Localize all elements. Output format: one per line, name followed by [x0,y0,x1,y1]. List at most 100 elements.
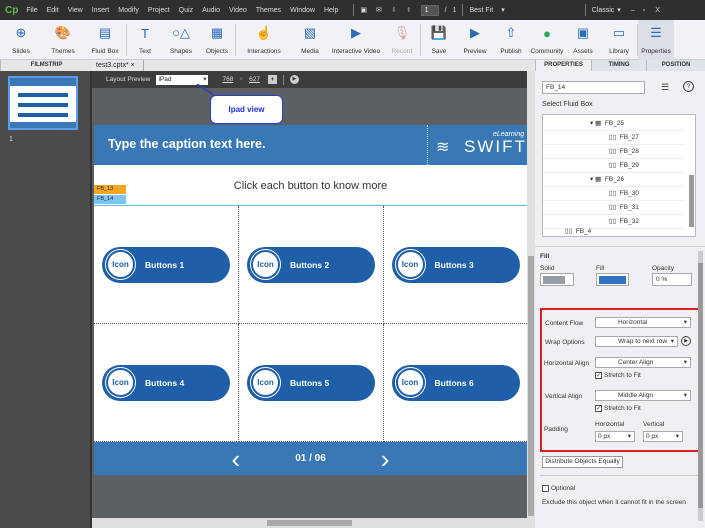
toolbar-themes-button[interactable]: 🎨Themes [42,20,84,60]
width-input[interactable]: 768 [222,76,233,83]
arrow-down-icon[interactable]: ⬇ [391,6,397,14]
menu-modify[interactable]: Modify [118,7,139,14]
page-counter: 01 / 06 [295,453,326,464]
vertical-align-select[interactable]: Middle Align [595,390,691,401]
maximize-button[interactable]: ▫ [643,7,645,14]
distribute-objects-button[interactable]: Distribute Objects Equally [542,456,623,468]
padding-vertical-select[interactable]: 0 px [643,431,683,442]
vertical-scrollbar[interactable] [527,71,535,528]
minimize-button[interactable]: – [631,7,635,14]
menu-video[interactable]: Video [229,7,247,14]
toolbar-interactive-video-button[interactable]: ▶Interactive Video [328,20,384,60]
menu-insert[interactable]: Insert [92,7,110,14]
publish-icon: ⇧ [501,23,521,43]
menu-audio[interactable]: Audio [202,7,220,14]
tree-item[interactable]: ▯▯ FB_4 [543,225,685,239]
menu-file[interactable]: File [26,7,37,14]
chevron-right-icon[interactable]: › [381,446,390,472]
tree-item[interactable]: ▾ ▦ FB_25 [543,117,685,131]
toolbar-preview-button[interactable]: ▶Preview [457,20,493,60]
toolbar-fluid-box-button[interactable]: ▤Fluid Box [84,20,126,60]
tree-item[interactable]: ▯▯ FB_29 [543,159,685,173]
toolbar-text-button[interactable]: TText [127,20,163,60]
tree-item[interactable]: ▾ ▦ FB_26 [543,173,685,187]
toolbar-media-button[interactable]: ▧Media [292,20,328,60]
tab-timing[interactable]: TIMING [591,60,646,71]
slide-thumbnail[interactable] [8,76,78,130]
v-stretch-checkbox[interactable]: ✓Stretch to Fit [595,405,641,412]
toolbar-label: Interactions [247,48,281,55]
solid-color-select[interactable] [540,273,574,286]
menu-quiz[interactable]: Quiz [179,7,193,14]
toolbar-shapes-button[interactable]: ○△Shapes [163,20,199,60]
toolbar-properties-button[interactable]: ☰Properties [638,20,674,60]
button-label: Buttons 3 [435,260,474,270]
button-3[interactable]: IconButtons 3 [392,247,520,283]
play-icon[interactable]: ▶ [681,336,691,346]
workspace-select[interactable]: Classic [592,7,615,14]
panel-scrollbar[interactable] [698,251,703,521]
menu-edit[interactable]: Edit [47,7,59,14]
object-name-input[interactable]: FB_14 [542,81,645,94]
toolbar-assets-button[interactable]: ▣Assets [565,20,601,60]
toolbar-record-button[interactable]: 🎙Record [384,20,420,60]
caption-text[interactable]: Type the caption text here. [108,137,265,151]
toolbar-community-button[interactable]: ●Community [529,20,565,60]
fluid-box-tag[interactable]: FB_13 [94,185,126,194]
toolbar-objects-button[interactable]: ▦Objects [199,20,235,60]
height-input[interactable]: 627 [249,76,260,83]
tree-scrollbar[interactable] [689,175,694,227]
opacity-label: Opacity [652,265,674,272]
button-2[interactable]: IconButtons 2 [247,247,375,283]
toolbar-interactions-button[interactable]: ☝Interactions [236,20,292,60]
optional-checkbox[interactable]: Optional [542,485,575,492]
close-tab-icon[interactable]: × [131,62,135,69]
close-button[interactable]: X [655,7,660,14]
chevron-down-icon[interactable]: ▾ [501,6,505,14]
chevron-down-icon[interactable]: ▾ [617,6,621,14]
toolbar-publish-button[interactable]: ⇧Publish [493,20,529,60]
button-1[interactable]: IconButtons 1 [102,247,230,283]
button-4[interactable]: IconButtons 4 [102,365,230,401]
play-icon[interactable]: ▶ [290,75,299,84]
page-input[interactable]: 1 [421,5,439,16]
menu-window[interactable]: Window [290,7,315,14]
mail-icon[interactable]: ✉ [376,6,382,14]
menu-help[interactable]: Help [324,7,338,14]
horizontal-scrollbar[interactable] [92,518,527,528]
opacity-select[interactable]: 0 % [652,273,692,286]
fluid-box-tag[interactable]: FB_14 [94,195,126,204]
tab-properties[interactable]: PROPERTIES [535,60,591,71]
fill-color-picker[interactable] [596,273,629,286]
wrap-options-select[interactable]: Wrap to next row [595,336,678,347]
h-stretch-checkbox[interactable]: ✓Stretch to Fit [595,372,641,379]
tree-item[interactable]: ▯▯ FB_30 [543,187,685,201]
padding-horizontal-select[interactable]: 0 px [595,431,635,442]
tree-item[interactable]: ▯▯ FB_28 [543,145,685,159]
list-options-icon[interactable]: ☰ [661,82,669,93]
toolbar-save-button[interactable]: 💾Save [421,20,457,60]
chevron-left-icon[interactable]: ‹ [232,446,241,472]
button-6[interactable]: IconButtons 6 [392,365,520,401]
file-tab[interactable]: test3.cptx* × [92,60,144,71]
tab-position[interactable]: POSITION [646,60,705,71]
tree-item[interactable]: ▯▯ FB_31 [543,201,685,215]
help-icon[interactable]: ? [683,81,694,92]
menu-themes[interactable]: Themes [256,7,281,14]
toolbar-library-button[interactable]: ▭Library [601,20,637,60]
tree-item[interactable]: ▯▯ FB_27 [543,131,685,145]
add-breakpoint-icon[interactable]: + [268,75,277,84]
button-label: Buttons 6 [435,378,474,388]
filmstrip-panel [0,71,92,528]
image-icon: ▧ [300,23,320,43]
zoom-select[interactable]: Best Fit [469,7,493,14]
content-flow-select[interactable]: Horizontal [595,317,691,328]
device-select[interactable]: iPad [156,75,208,85]
button-5[interactable]: IconButtons 5 [247,365,375,401]
toolbar-slides-button[interactable]: ⊕Slides [0,20,42,60]
horizontal-align-select[interactable]: Center Align [595,357,691,368]
monitor-icon[interactable]: ▣ [360,6,367,14]
menu-project[interactable]: Project [148,7,170,14]
menu-view[interactable]: View [68,7,83,14]
arrow-up-icon[interactable]: ⬆ [406,6,412,14]
